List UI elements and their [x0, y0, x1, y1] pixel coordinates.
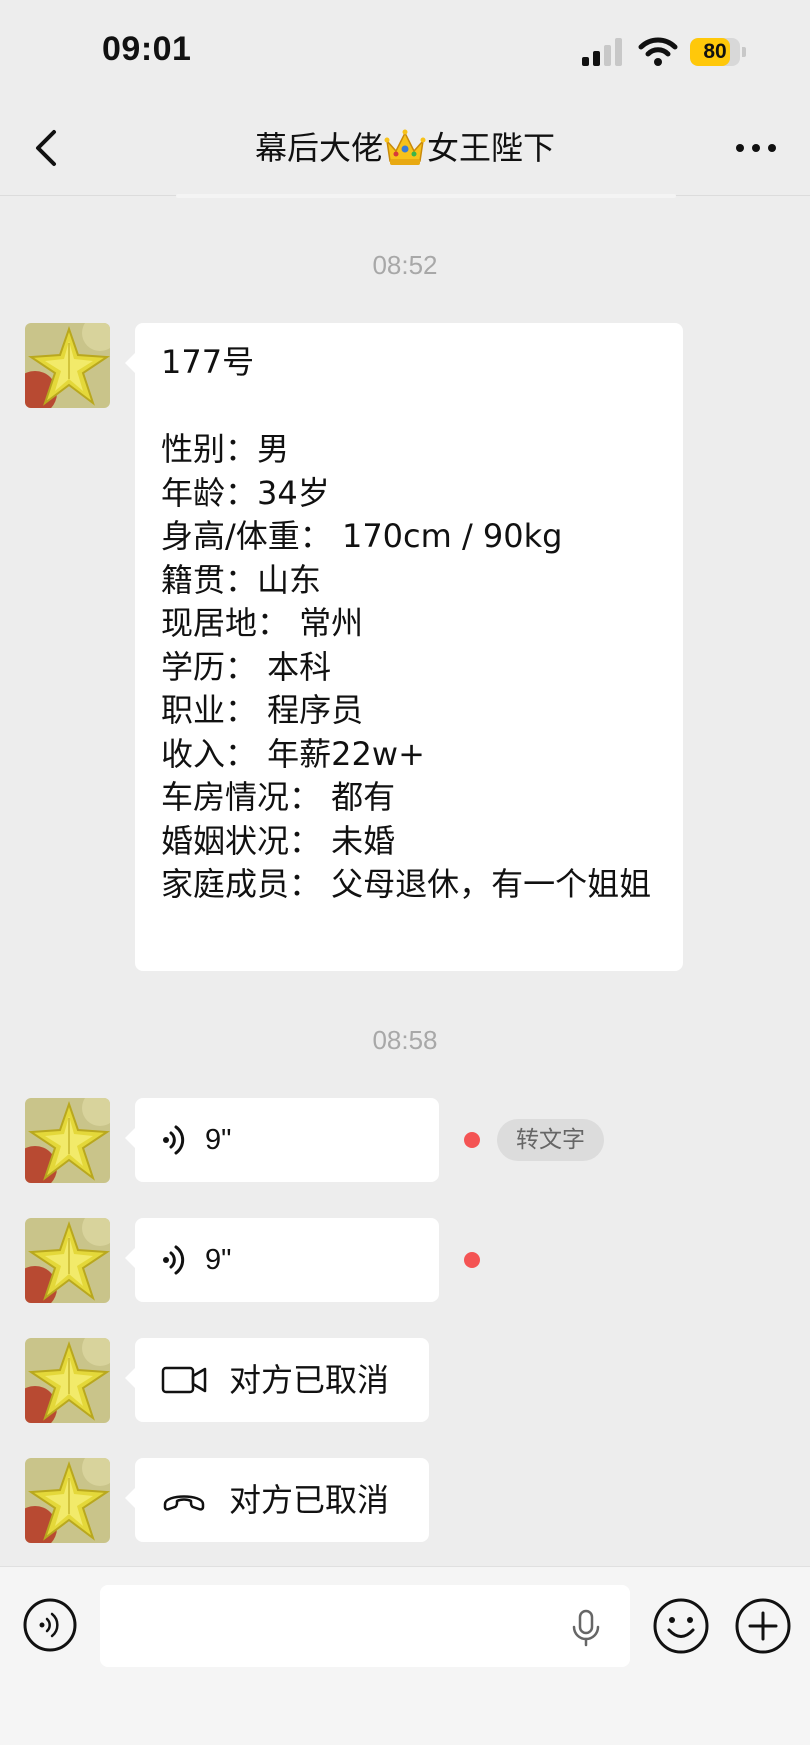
voice-message-bubble[interactable]: 9"	[125, 1218, 439, 1302]
chat-title: 幕后大佬 女王陛下	[150, 124, 660, 172]
chevron-left-icon[interactable]	[28, 124, 68, 172]
profile-line: 职业： 程序员	[161, 691, 364, 729]
profile-line: 收入： 年薪22w+	[161, 734, 425, 773]
battery-body: 80	[690, 38, 740, 66]
chat-title-part-2: 女王陛下	[427, 129, 556, 167]
wifi-icon	[638, 37, 678, 66]
battery-level: 80	[703, 40, 727, 63]
avatar[interactable]	[25, 1218, 110, 1303]
message-input[interactable]	[100, 1585, 630, 1667]
message-timestamp: 08:58	[372, 1025, 438, 1055]
microphone-icon[interactable]	[570, 1609, 602, 1647]
profile-line: 学历： 本科	[161, 647, 332, 686]
more-dots-icon[interactable]	[734, 136, 778, 160]
voice-duration: 9"	[205, 1124, 232, 1156]
crown-emoji-icon	[384, 129, 426, 165]
chat-title-part-1: 幕后大佬	[254, 129, 383, 167]
phone-hangup-icon	[163, 1495, 205, 1511]
call-status-text: 对方已取消	[229, 1361, 390, 1399]
voice-wave-icon	[163, 1245, 185, 1275]
video-call-message-bubble[interactable]: 对方已取消	[125, 1338, 429, 1422]
cellular-signal-icon	[582, 38, 622, 66]
battery-indicator: 80	[690, 38, 746, 66]
voice-wave-icon	[163, 1125, 185, 1155]
battery-cap	[742, 47, 746, 57]
avatar[interactable]	[25, 1338, 110, 1423]
profile-line	[161, 385, 661, 429]
profile-line: 年龄：34岁	[161, 473, 330, 512]
voice-message-bubble[interactable]: 9"	[125, 1098, 439, 1182]
chat-header: 幕后大佬 女王陛下	[0, 100, 810, 196]
profile-message-text: 177号 性别：男年龄：34岁身高/体重： 170cm / 90kg 籍贯：山东现…	[161, 341, 661, 907]
unread-dot	[464, 1252, 480, 1268]
profile-line: 婚姻状况： 未婚	[161, 821, 396, 860]
profile-line: 家庭成员： 父母退休，有一个姐姐	[161, 865, 652, 903]
avatar[interactable]	[25, 1458, 110, 1543]
pinned-bar	[176, 194, 676, 198]
input-bar	[0, 1566, 810, 1745]
unread-dot	[464, 1132, 480, 1148]
profile-line: 现居地： 常州	[161, 604, 364, 642]
call-status-text: 对方已取消	[229, 1481, 390, 1519]
avatar[interactable]	[25, 323, 110, 408]
video-camera-icon	[161, 1366, 207, 1394]
voice-call-message-bubble[interactable]: 对方已取消	[125, 1458, 429, 1542]
profile-message-bubble[interactable]: 177号 性别：男年龄：34岁身高/体重： 170cm / 90kg 籍贯：山东现…	[125, 323, 683, 971]
status-time: 09:01	[102, 30, 192, 68]
avatar[interactable]	[25, 1098, 110, 1183]
plus-circle-icon[interactable]	[734, 1597, 792, 1655]
message-timestamp: 08:52	[372, 250, 438, 280]
profile-line: 177号	[161, 343, 255, 381]
profile-line: 身高/体重： 170cm / 90kg	[161, 517, 563, 555]
voice-mode-icon[interactable]	[22, 1597, 78, 1653]
profile-line: 籍贯：山东	[161, 560, 322, 599]
voice-duration: 9"	[205, 1244, 232, 1276]
profile-line: 性别：男	[161, 430, 290, 468]
profile-line: 车房情况： 都有	[161, 778, 396, 816]
transcribe-button[interactable]: 转文字	[497, 1119, 604, 1161]
smiley-icon[interactable]	[652, 1597, 710, 1655]
status-bar: 09:01 80	[0, 0, 810, 100]
